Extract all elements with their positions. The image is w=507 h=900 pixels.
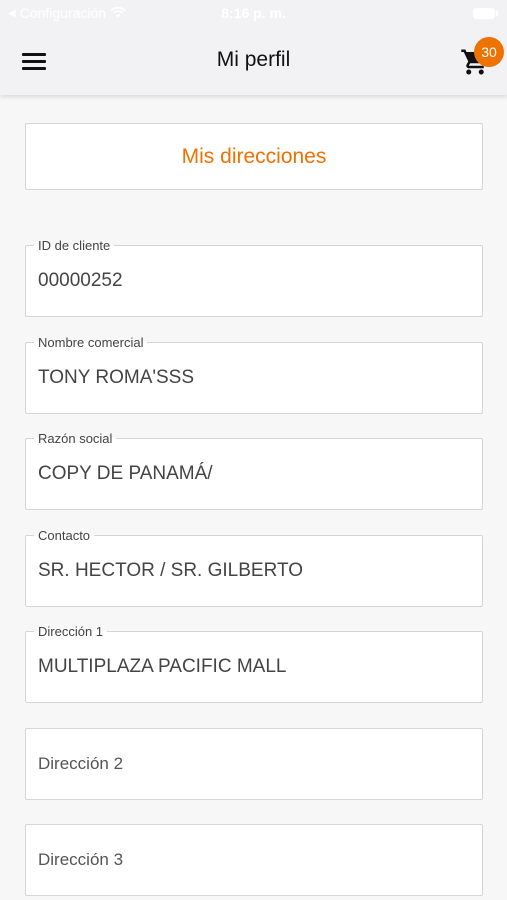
- field-label: Dirección 1: [34, 624, 108, 639]
- battery-icon: [473, 8, 498, 19]
- status-bar: ◀ Configuración 8:16 p. m.: [0, 0, 507, 28]
- field-value: 00000252: [38, 270, 123, 291]
- cart-button[interactable]: 30: [460, 37, 506, 83]
- field-label: ID de cliente: [34, 238, 115, 253]
- address-3-field[interactable]: Dirección 3: [25, 824, 483, 896]
- contact-field[interactable]: Contacto SR. HECTOR / SR. GILBERTO: [25, 528, 483, 607]
- customer-id-field[interactable]: ID de cliente 00000252: [25, 238, 483, 317]
- top-bar: ◀ Configuración 8:16 p. m. Mi perfil 30: [0, 0, 507, 95]
- address-2-field[interactable]: Dirección 2: [25, 728, 483, 800]
- field-placeholder: Dirección 3: [38, 850, 124, 869]
- status-time: 8:16 p. m.: [221, 5, 286, 21]
- field-placeholder: Dirección 2: [38, 754, 124, 773]
- field-value: TONY ROMA'SSS: [38, 367, 195, 388]
- field-label: Contacto: [34, 528, 95, 543]
- field-label: Razón social: [34, 431, 117, 446]
- field-label: Nombre comercial: [34, 335, 148, 350]
- field-value: MULTIPLAZA PACIFIC MALL: [38, 656, 287, 677]
- my-addresses-button[interactable]: Mis direcciones: [25, 123, 483, 190]
- company-name-field[interactable]: Razón social COPY DE PANAMÁ/: [25, 431, 483, 510]
- field-value: SR. HECTOR / SR. GILBERTO: [38, 560, 304, 581]
- cart-count-badge: 30: [474, 37, 504, 67]
- nav-bar: Mi perfil 30: [0, 28, 507, 95]
- page-title: Mi perfil: [216, 48, 291, 71]
- field-value: COPY DE PANAMÁ/: [38, 463, 213, 484]
- trade-name-field[interactable]: Nombre comercial TONY ROMA'SSS: [25, 335, 483, 414]
- address-1-field[interactable]: Dirección 1 MULTIPLAZA PACIFIC MALL: [25, 624, 483, 703]
